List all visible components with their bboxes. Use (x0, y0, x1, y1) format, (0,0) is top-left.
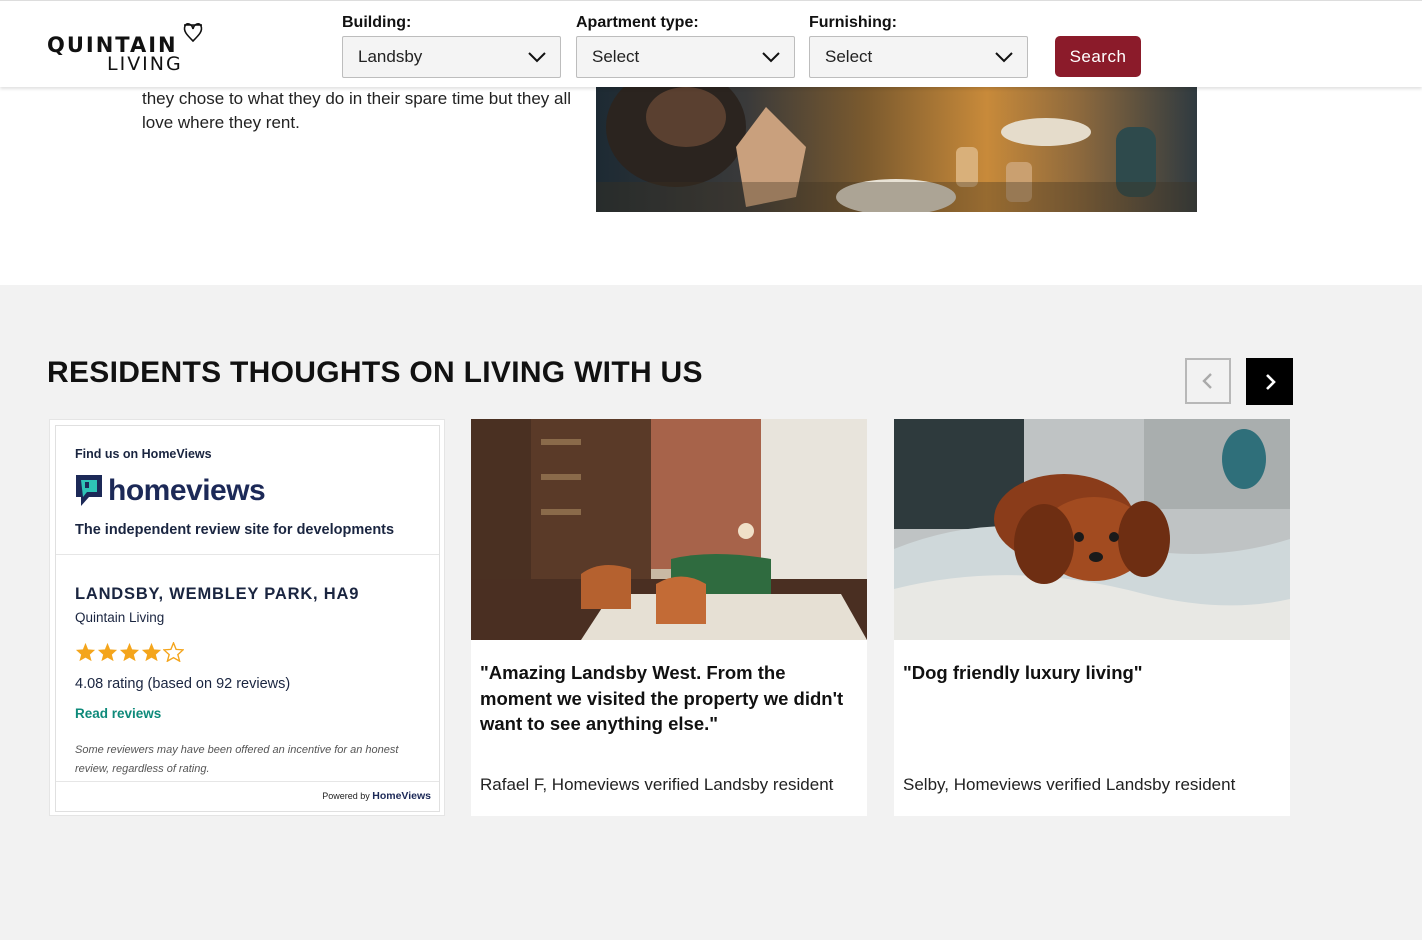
divider (56, 554, 439, 555)
apartment-type-filter-label: Apartment type: (576, 14, 699, 31)
carousel-prev-button[interactable] (1185, 358, 1231, 404)
powered-by[interactable]: Powered by HomeViews (322, 790, 431, 802)
furnishing-filter: Furnishing: Select (809, 14, 1028, 78)
testimonial-card[interactable]: "Amazing Landsby West. From the moment w… (471, 419, 867, 816)
quintain-living-logo[interactable]: QUINTAIN LIVING (47, 21, 207, 75)
star-filled-icon (119, 642, 140, 662)
chevron-left-icon (1202, 373, 1212, 389)
testimonial-author: Rafael F, Homeviews verified Landsby res… (480, 775, 834, 794)
star-rating (75, 642, 184, 662)
rating-summary: 4.08 rating (based on 92 reviews) (75, 676, 291, 692)
search-button[interactable]: Search (1055, 36, 1141, 77)
site-header: QUINTAIN LIVING Building: Landsby Apartm… (0, 0, 1422, 87)
intro-paragraph: they chose to what they do in their spar… (142, 89, 572, 132)
star-filled-icon (141, 642, 162, 662)
apartment-type-select-value: Select (592, 47, 640, 66)
testimonial-author: Selby, Homeviews verified Landsby reside… (903, 775, 1236, 794)
chevron-down-icon (762, 52, 780, 63)
chevron-down-icon (995, 52, 1013, 63)
star-filled-icon (97, 642, 118, 662)
building-select[interactable]: Landsby (342, 36, 561, 78)
powered-by-brand: HomeViews (372, 790, 431, 802)
building-select-value: Landsby (358, 47, 423, 66)
furnishing-filter-label: Furnishing: (809, 14, 897, 31)
homeviews-logo[interactable]: homeviews (75, 474, 266, 508)
building-filter-label: Building: (342, 14, 412, 31)
divider (56, 781, 439, 782)
chevron-down-icon (528, 52, 546, 63)
building-filter: Building: Landsby (342, 14, 561, 78)
homeviews-widget-inner: Find us on HomeViews homeviews The indep… (55, 425, 440, 812)
furnishing-select-value: Select (825, 47, 873, 66)
testimonial-card[interactable]: "Dog friendly luxury living" Selby, Home… (894, 419, 1290, 816)
dog-on-bed-photo (894, 419, 1290, 640)
dining-scene-image (596, 87, 1197, 212)
homeviews-tagline: The independent review site for developm… (75, 522, 395, 538)
homeviews-logo-icon (76, 475, 102, 506)
trefoil-logo-icon (183, 23, 203, 43)
testimonial-quote: "Amazing Landsby West. From the moment w… (480, 662, 844, 734)
living-room-image (471, 419, 867, 640)
apartment-type-filter: Apartment type: Select (576, 14, 795, 78)
homeviews-find-label: Find us on HomeViews (75, 447, 212, 461)
carousel-next-button[interactable] (1246, 358, 1293, 405)
dog-on-bed-image (894, 419, 1290, 640)
furnishing-select[interactable]: Select (809, 36, 1028, 78)
reviews-section-title: RESIDENTS THOUGHTS ON LIVING WITH US (47, 356, 703, 389)
star-empty-icon (163, 642, 184, 662)
read-reviews-link[interactable]: Read reviews (75, 706, 161, 721)
testimonial-quote: "Dog friendly luxury living" (903, 662, 1143, 683)
incentive-disclaimer: Some reviewers may have been offered an … (75, 744, 399, 775)
living-room-photo (471, 419, 867, 640)
homeviews-widget: Find us on HomeViews homeviews The indep… (49, 419, 445, 816)
development-name: LANDSBY, WEMBLEY PARK, HA9 (75, 585, 360, 603)
company-name: Quintain Living (75, 610, 165, 625)
homeviews-logo-text: homeviews (108, 474, 266, 507)
powered-by-prefix: Powered by (322, 791, 370, 801)
logo-text-bottom: LIVING (107, 53, 183, 75)
star-filled-icon (75, 642, 96, 662)
residents-dining-photo (596, 87, 1197, 212)
chevron-right-icon (1265, 373, 1276, 390)
apartment-type-select[interactable]: Select (576, 36, 795, 78)
